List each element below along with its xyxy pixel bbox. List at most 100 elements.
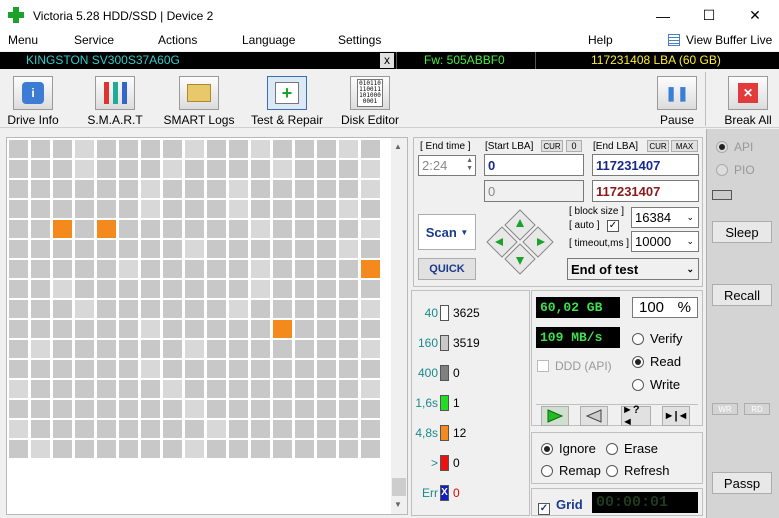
grid-block	[251, 380, 270, 398]
grid-cells	[9, 140, 394, 460]
erase-radio[interactable]: Erase	[606, 441, 658, 456]
stat-label: 1,6s	[415, 396, 438, 410]
minimize-button[interactable]: —	[640, 0, 686, 31]
ignore-radio[interactable]: Ignore	[541, 441, 596, 456]
menu-item-service[interactable]: Service	[74, 33, 114, 47]
read-radio[interactable]: Read	[632, 354, 681, 369]
end-cur-button[interactable]: CUR	[647, 140, 669, 152]
write-radio[interactable]: Write	[632, 377, 680, 392]
rewind-button[interactable]	[580, 406, 608, 426]
block-size-select[interactable]: 16384 ⌄	[631, 207, 699, 228]
grid-block	[317, 300, 336, 318]
passp-button[interactable]: Passp	[712, 472, 772, 494]
end-time-field[interactable]: 2:24 ▲ ▼	[418, 155, 476, 176]
end-of-test-select[interactable]: End of test ⌄	[567, 258, 699, 280]
grid-block	[295, 200, 314, 218]
api-radio[interactable]: API	[716, 140, 753, 154]
grid-scrollbar[interactable]: ▲ ▼	[391, 138, 407, 514]
remap-radio[interactable]: Remap	[541, 463, 601, 478]
grid-block	[251, 240, 270, 258]
grid-block	[163, 140, 182, 158]
pio-radio[interactable]: PIO	[716, 163, 755, 177]
sleep-button[interactable]: Sleep	[712, 221, 772, 243]
grid-block	[97, 340, 116, 358]
menu-item-settings[interactable]: Settings	[338, 33, 381, 47]
grid-block	[251, 220, 270, 238]
pause-button[interactable]: ❚❚ Pause	[654, 76, 700, 127]
ddd-api-checkbox[interactable]: DDD (API)	[537, 359, 612, 373]
direction-pad[interactable]	[485, 208, 555, 276]
menu-item-language[interactable]: Language	[242, 33, 295, 47]
grid-block	[9, 160, 28, 178]
grid-checkbox[interactable]: ✓ Grid	[538, 497, 583, 515]
menu-item-menu[interactable]: Menu	[8, 33, 38, 47]
menu-item-actions[interactable]: Actions	[158, 33, 197, 47]
end-lba-input[interactable]: 117231407	[592, 154, 699, 176]
grid-block	[75, 260, 94, 278]
grid-block	[317, 380, 336, 398]
grid-block	[339, 160, 358, 178]
grid-block	[295, 320, 314, 338]
query-button[interactable]: ►?◄	[621, 404, 651, 428]
start-zero-button[interactable]: 0	[566, 140, 582, 152]
disk-editor-button[interactable]: 010110 110011 101000 0001 Disk Editor	[338, 76, 402, 127]
grid-block	[53, 240, 72, 258]
scroll-up-icon[interactable]: ▲	[394, 142, 402, 151]
grid-block	[295, 260, 314, 278]
recall-button[interactable]: Recall	[712, 284, 772, 306]
break-all-button[interactable]: ✕ Break All	[720, 76, 776, 127]
grid-block	[119, 380, 138, 398]
start-lba-input[interactable]: 0	[484, 154, 584, 176]
end-max-button[interactable]: MAX	[671, 140, 698, 152]
grid-block	[295, 180, 314, 198]
scroll-down-icon[interactable]: ▼	[394, 500, 402, 509]
drive-info-button[interactable]: i Drive Info	[4, 76, 62, 127]
menu-item-help[interactable]: Help	[588, 33, 613, 47]
grid-block	[295, 380, 314, 398]
rd-button[interactable]: RD	[744, 403, 770, 415]
scroll-thumb[interactable]	[392, 478, 406, 496]
grid-block	[229, 180, 248, 198]
wr-button[interactable]: WR	[712, 403, 738, 415]
grid-block	[361, 240, 380, 258]
grid-block	[317, 440, 336, 458]
start-cur-button[interactable]: CUR	[541, 140, 563, 152]
grid-block	[163, 280, 182, 298]
device-model[interactable]: KINGSTON SV300S37A60G	[26, 53, 180, 67]
grid-block	[273, 420, 292, 438]
grid-block	[185, 280, 204, 298]
test-repair-button[interactable]: + Test & Repair	[248, 76, 326, 127]
grid-block	[361, 180, 380, 198]
grid-block	[141, 160, 160, 178]
smart-logs-button[interactable]: SMART Logs	[163, 76, 235, 127]
grid-block	[207, 300, 226, 318]
grid-block	[97, 220, 116, 238]
scan-button[interactable]: Scan ▼	[418, 214, 476, 250]
refresh-radio[interactable]: Refresh	[606, 463, 670, 478]
grid-block	[97, 260, 116, 278]
quick-button[interactable]: QUICK	[418, 258, 476, 280]
timeout-select[interactable]: 10000 ⌄	[631, 231, 699, 252]
device-close-button[interactable]: x	[380, 53, 394, 68]
grid-block	[295, 340, 314, 358]
grid-block	[9, 200, 28, 218]
grid-block	[185, 240, 204, 258]
grid-block	[9, 420, 28, 438]
grid-block	[75, 240, 94, 258]
verify-radio[interactable]: Verify	[632, 331, 683, 346]
end-button[interactable]: ►|◄	[662, 406, 690, 426]
grid-block	[53, 260, 72, 278]
grid-block	[273, 300, 292, 318]
grid-block	[229, 420, 248, 438]
maximize-button[interactable]: ☐	[686, 0, 732, 31]
play-button[interactable]	[541, 406, 569, 426]
grid-block	[273, 440, 292, 458]
close-button[interactable]: ✕	[732, 0, 778, 31]
grid-block	[163, 320, 182, 338]
smart-button[interactable]: S.M.A.R.T	[84, 76, 146, 127]
grid-block	[97, 320, 116, 338]
grid-block	[119, 180, 138, 198]
play-icon	[547, 409, 564, 423]
auto-checkbox[interactable]: ✓	[607, 220, 619, 232]
view-buffer-live[interactable]: View Buffer Live	[686, 33, 772, 47]
